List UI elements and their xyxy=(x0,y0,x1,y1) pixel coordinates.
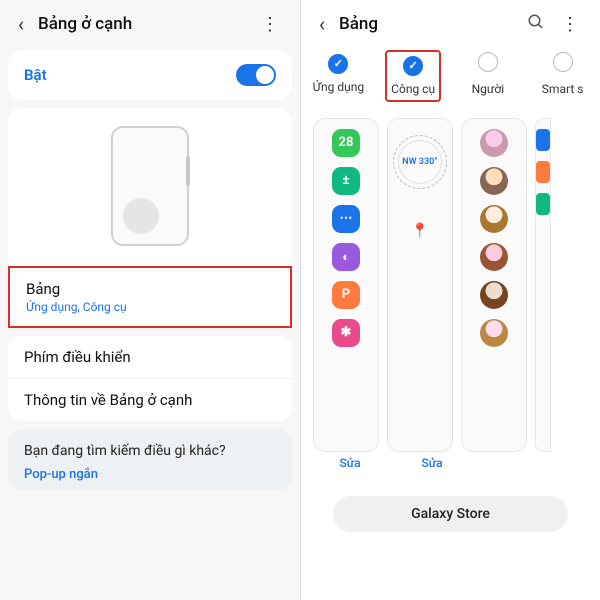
tab-people[interactable]: Người xyxy=(451,50,526,102)
gif-select-icon xyxy=(536,193,550,215)
rect-select-icon xyxy=(536,129,550,151)
more-icon[interactable]: ⋮ xyxy=(253,10,288,39)
edit-link[interactable]: Sửa xyxy=(395,456,469,470)
galaxy-store-button[interactable]: Galaxy Store xyxy=(333,496,568,532)
panel-preview xyxy=(8,108,292,266)
avatar xyxy=(480,205,508,233)
oval-select-icon xyxy=(536,161,550,183)
tab-label: Người xyxy=(472,82,505,96)
tab-smart-select[interactable]: Smart s xyxy=(525,50,600,102)
avatar xyxy=(480,319,508,347)
master-toggle[interactable] xyxy=(236,64,276,86)
more-icon[interactable]: ⋮ xyxy=(553,10,588,39)
gallery-icon: ✱ xyxy=(332,319,360,347)
radio-icon xyxy=(478,52,498,72)
row-title: Phím điều khiển xyxy=(24,348,276,366)
back-icon[interactable]: ‹ xyxy=(10,8,32,40)
related-link-popup[interactable]: Pop-up ngắn xyxy=(24,467,276,482)
panel-apps-preview[interactable]: 28 ± ⋯ ◐ P ✱ xyxy=(313,118,379,452)
phone-illustration xyxy=(111,126,189,246)
checkmark-icon xyxy=(328,54,348,74)
messages-icon: ⋯ xyxy=(332,205,360,233)
back-icon[interactable]: ‹ xyxy=(311,8,333,40)
search-icon[interactable] xyxy=(519,9,553,40)
panel-people-preview[interactable] xyxy=(461,118,527,452)
avatar xyxy=(480,281,508,309)
compass-icon: NW 330° xyxy=(393,135,447,189)
radio-icon xyxy=(553,52,573,72)
page-title: Bảng ở cạnh xyxy=(38,14,253,34)
tab-label: Smart s xyxy=(542,82,584,96)
calculator-icon: ± xyxy=(332,167,360,195)
bixby-icon: ◐ xyxy=(332,243,360,271)
row-handle[interactable]: Phím điều khiển xyxy=(8,336,292,378)
tab-label: Ứng dụng xyxy=(313,80,364,94)
compass-reading: NW 330° xyxy=(402,157,437,167)
row-title: Thông tin về Bảng ở cạnh xyxy=(24,391,276,409)
row-subtitle: Ứng dụng, Công cụ xyxy=(26,300,274,314)
panel-smart-preview[interactable] xyxy=(535,118,551,452)
related-card: Bạn đang tìm kiếm điều gì khác? Pop-up n… xyxy=(8,429,292,490)
edit-link[interactable]: Sửa xyxy=(313,456,387,470)
page-title: Bảng xyxy=(339,14,519,34)
avatar xyxy=(480,243,508,271)
calendar-icon: 28 xyxy=(332,129,360,157)
avatar xyxy=(480,129,508,157)
powerpoint-icon: P xyxy=(332,281,360,309)
category-tabs: Ứng dụng Công cụ Người Smart s xyxy=(301,42,600,112)
tab-apps[interactable]: Ứng dụng xyxy=(301,50,376,102)
tab-tools[interactable]: Công cụ xyxy=(376,50,451,102)
panel-tools-preview[interactable]: NW 330° 📍 xyxy=(387,118,453,452)
row-panels[interactable]: Bảng Ứng dụng, Công cụ xyxy=(8,266,292,328)
checkmark-icon xyxy=(403,56,423,76)
tab-label: Công cụ xyxy=(391,82,435,96)
row-about[interactable]: Thông tin về Bảng ở cạnh xyxy=(8,378,292,421)
avatar xyxy=(480,167,508,195)
master-toggle-label: Bật xyxy=(24,66,47,84)
related-heading: Bạn đang tìm kiếm điều gì khác? xyxy=(24,443,276,459)
location-pin-icon: 📍 xyxy=(411,223,428,239)
row-title: Bảng xyxy=(26,280,274,298)
